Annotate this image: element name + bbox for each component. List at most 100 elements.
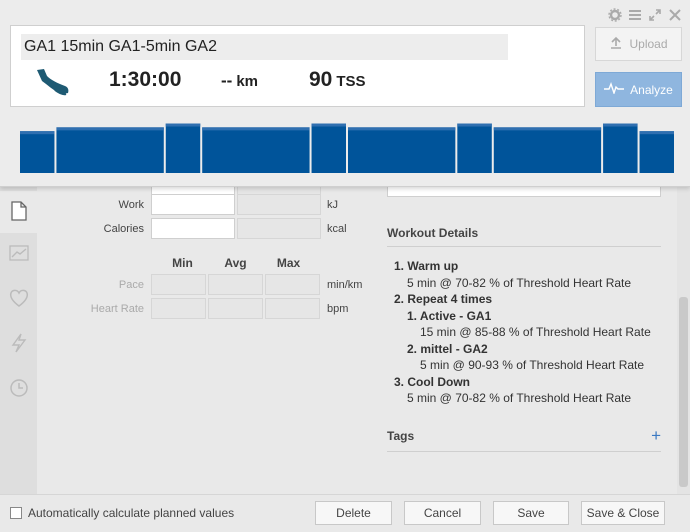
intensity-bar-top [603, 123, 638, 127]
step-description: 5 min @ 70-82 % of Threshold Heart Rate [407, 391, 632, 405]
step-number: 2. [394, 292, 405, 306]
hr-avg-input[interactable] [208, 298, 263, 319]
tab-graph[interactable] [0, 233, 37, 275]
scrollbar-thumb[interactable] [679, 297, 688, 487]
tss-unit: TSS [336, 73, 366, 90]
run-shoe-icon [33, 66, 71, 98]
tags-label: Tags [387, 429, 415, 443]
menu-icon[interactable] [628, 8, 642, 22]
upload-icon [609, 36, 623, 53]
add-tag-button[interactable]: + [651, 426, 661, 446]
pulse-icon [604, 81, 625, 97]
step-description: 5 min @ 70-82 % of Threshold Heart Rate [407, 275, 632, 290]
tab-health[interactable] [0, 278, 37, 320]
calories-unit: kcal [327, 223, 347, 235]
save-close-button[interactable]: Save & Close [581, 501, 665, 525]
distance-display: -- km [221, 71, 258, 91]
intensity-bar-top [348, 127, 456, 131]
document-icon [10, 200, 27, 224]
intensity-bar-top [56, 127, 164, 131]
workout-title-input[interactable] [21, 34, 508, 60]
window-controls [608, 8, 682, 22]
pace-avg-input[interactable] [208, 274, 263, 295]
intensity-bar[interactable] [348, 127, 456, 173]
workout-header: 1:30:00 --km 90TSS Upload Analyze [0, 0, 690, 187]
scrollbar[interactable] [677, 187, 690, 494]
distance-value: -- [221, 71, 233, 90]
tss-value: 90 [309, 68, 333, 91]
step-title: Active - GA1 [419, 308, 492, 323]
expand-icon[interactable] [648, 8, 662, 22]
save-button[interactable]: Save [493, 501, 569, 525]
intensity-bar-top [493, 127, 602, 131]
step-description: 5 min @ 90-93 % of Threshold Heart Rate [420, 358, 645, 372]
analyze-button[interactable]: Analyze [595, 72, 682, 107]
step-warmup: 1. Warm up 5 min @ 70-82 % of Threshold … [394, 258, 684, 291]
intensity-bar[interactable] [165, 123, 201, 174]
tab-details[interactable] [0, 191, 37, 233]
intensity-bar[interactable] [56, 127, 164, 173]
upload-button[interactable]: Upload [595, 27, 682, 61]
step-title: mittel - GA2 [420, 341, 488, 356]
step-description: 15 min @ 85-88 % of Threshold Heart Rate [420, 325, 651, 339]
step-title: Cool Down [407, 374, 471, 389]
pace-unit: min/km [327, 279, 363, 291]
calories-actual-input[interactable] [151, 218, 235, 239]
tss-display: 90 TSS [309, 68, 366, 92]
lightning-icon [11, 333, 27, 356]
step-cooldown: 3. Cool Down 5 min @ 70-82 % of Threshol… [394, 374, 684, 407]
heart-rate-label: Heart Rate [90, 303, 144, 315]
intensity-bar[interactable] [493, 127, 602, 173]
work-actual-input[interactable] [151, 194, 235, 215]
intensity-bar-top [457, 123, 492, 127]
pace-label: Pace [118, 279, 144, 291]
work-label: Work [118, 199, 144, 211]
intensity-bar-top [639, 131, 674, 135]
graph-icon [8, 244, 29, 264]
intensity-bar[interactable] [457, 123, 492, 174]
intensity-bar[interactable] [20, 131, 55, 173]
work-planned-input[interactable] [237, 194, 321, 215]
workout-summary: 1:30:00 --km 90TSS [10, 25, 585, 107]
work-unit: kJ [327, 199, 338, 211]
comments-box[interactable] [387, 187, 661, 197]
delete-button[interactable]: Delete [315, 501, 392, 525]
step-title: Repeat 4 times [407, 292, 493, 306]
hr-max-input[interactable] [265, 298, 320, 319]
column-max: Max [276, 256, 301, 270]
step-number: 2. [407, 341, 418, 356]
tab-history[interactable] [0, 368, 37, 410]
pace-max-input[interactable] [265, 274, 320, 295]
close-icon[interactable] [668, 8, 682, 22]
auto-calculate-checkbox[interactable] [10, 507, 22, 519]
duration-value: 1:30:00 [109, 68, 182, 91]
calories-planned-input[interactable] [237, 218, 321, 239]
intensity-bar[interactable] [639, 131, 674, 173]
tags-section: Tags + [387, 426, 661, 452]
tab-power[interactable] [0, 323, 37, 365]
workout-intensity-chart [20, 123, 674, 174]
column-min: Min [172, 256, 193, 270]
workout-details-header: Workout Details [387, 226, 661, 247]
intensity-bar[interactable] [202, 127, 310, 173]
intensity-bar[interactable] [603, 123, 638, 174]
intensity-bar-top [202, 127, 310, 131]
step-number: 3. [394, 374, 405, 389]
calories-label: Calories [103, 223, 144, 235]
cancel-button[interactable]: Cancel [404, 501, 481, 525]
distance-unit: km [236, 73, 259, 90]
step-number: 1. [407, 308, 418, 323]
clock-icon [9, 378, 29, 401]
step-title: Warm up [407, 259, 459, 273]
intensity-bar-top [20, 131, 55, 135]
heart-rate-unit: bpm [327, 303, 349, 315]
intensity-bar[interactable] [311, 123, 346, 174]
auto-calculate-label: Automatically calculate planned values [28, 506, 235, 520]
pace-min-input[interactable] [151, 274, 206, 295]
gear-icon[interactable] [608, 8, 622, 22]
hr-min-input[interactable] [151, 298, 206, 319]
analyze-label: Analyze [630, 82, 673, 97]
upload-label: Upload [629, 37, 668, 51]
step-repeat: 2. Repeat 4 times 1. Active - GA1 15 min… [394, 291, 684, 374]
sidebar [0, 187, 37, 494]
